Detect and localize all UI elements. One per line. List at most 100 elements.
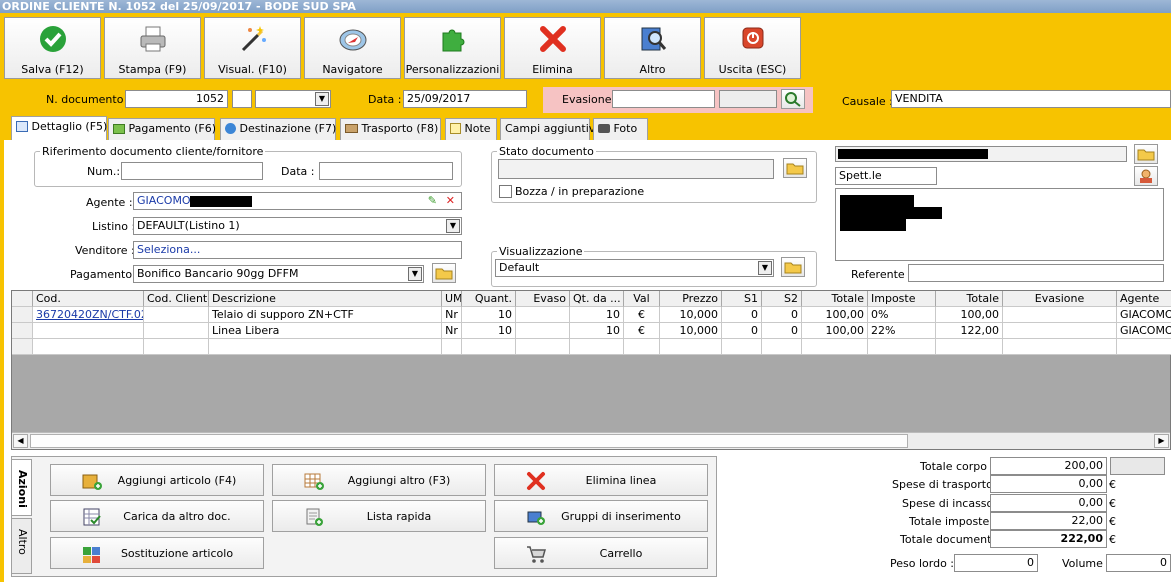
cell[interactable]: 10 [462, 307, 516, 323]
tab-trasporto[interactable]: Trasporto (F8) [340, 118, 441, 140]
cell[interactable]: 100,00 [936, 307, 1003, 323]
tab-azioni[interactable]: Azioni [11, 459, 32, 516]
cell[interactable]: 0 [722, 323, 762, 339]
totale-documento-input[interactable]: 222,00 [990, 530, 1107, 548]
cell[interactable] [1117, 339, 1171, 355]
tab-campi-aggiuntivi[interactable]: Campi aggiuntivi [500, 118, 598, 140]
pagamento-folder-button[interactable] [432, 263, 456, 283]
bozza-checkbox[interactable] [499, 185, 512, 198]
col-header[interactable]: Quant. [462, 291, 516, 307]
add-other-button[interactable]: Aggiungi altro (F3) [272, 464, 486, 496]
rif-num-input[interactable] [121, 162, 263, 180]
cell[interactable]: Telaio di supporo ZN+CTF [209, 307, 442, 323]
col-header[interactable]: Imposte [868, 291, 936, 307]
col-header[interactable]: Totale [936, 291, 1003, 307]
cell[interactable]: 22% [868, 323, 936, 339]
save-button[interactable]: Salva (F12) [4, 17, 101, 79]
cell[interactable] [33, 323, 144, 339]
cell[interactable]: 0 [762, 323, 802, 339]
totale-corpo-input[interactable]: 200,00 [990, 457, 1107, 475]
cell[interactable] [209, 339, 442, 355]
row-selector[interactable] [12, 307, 33, 323]
chevron-down-icon[interactable]: ▼ [408, 267, 422, 281]
cell[interactable]: 0 [722, 307, 762, 323]
cell[interactable] [762, 339, 802, 355]
col-header[interactable]: Qt. da ... [570, 291, 624, 307]
cell-cod-link[interactable]: 36720420ZN/CTF.02 [33, 307, 144, 323]
cliente-folder-button[interactable] [1134, 144, 1158, 164]
cell[interactable] [570, 339, 624, 355]
col-header[interactable]: S1 [722, 291, 762, 307]
cell[interactable] [516, 323, 570, 339]
agente-input[interactable]: GIACOMO ✎ ✕ [133, 192, 462, 210]
cell[interactable]: GIACOMO [1117, 307, 1171, 323]
scroll-right-icon[interactable]: ▶ [1154, 434, 1169, 448]
clear-icon[interactable]: ✕ [446, 193, 455, 209]
horizontal-scrollbar[interactable]: ◀ ▶ [12, 432, 1170, 449]
customize-button[interactable]: Personalizzazioni [404, 17, 501, 79]
cliente-name-input[interactable] [835, 146, 1127, 162]
cell[interactable] [144, 307, 209, 323]
col-header[interactable]: UM [442, 291, 462, 307]
cell[interactable] [516, 307, 570, 323]
load-doc-button[interactable]: Carica da altro doc. [50, 500, 264, 532]
venditore-input[interactable]: Seleziona... [133, 241, 462, 259]
exit-button[interactable]: Uscita (ESC) [704, 17, 801, 79]
visual-select[interactable]: Default ▼ [495, 259, 774, 277]
tab-dettaglio[interactable]: Dettaglio (F5) [11, 116, 107, 140]
causale-input[interactable]: VENDITA [891, 90, 1171, 108]
col-header[interactable]: Val [624, 291, 660, 307]
cell[interactable] [624, 339, 660, 355]
cell[interactable]: 100,00 [802, 323, 868, 339]
table-row[interactable]: 36720420ZN/CTF.02 Telaio di supporo ZN+C… [12, 307, 1171, 323]
data-input[interactable]: 25/09/2017 [403, 90, 527, 108]
volume-input[interactable]: 0 [1106, 554, 1171, 572]
stato-input[interactable] [498, 159, 774, 179]
cell[interactable] [936, 339, 1003, 355]
cell[interactable]: € [624, 307, 660, 323]
cell[interactable]: GIACOMO [1117, 323, 1171, 339]
add-article-button[interactable]: Aggiungi articolo (F4) [50, 464, 264, 496]
cell[interactable] [442, 339, 462, 355]
cell[interactable] [722, 339, 762, 355]
replace-article-button[interactable]: Sostituzione articolo [50, 537, 264, 569]
row-selector[interactable] [12, 339, 33, 355]
quick-list-button[interactable]: Lista rapida [272, 500, 486, 532]
col-header[interactable]: S2 [762, 291, 802, 307]
cell[interactable] [1003, 323, 1117, 339]
scroll-left-icon[interactable]: ◀ [13, 434, 28, 448]
evasione-input[interactable] [612, 90, 715, 108]
ndoc-input[interactable]: 1052 [125, 90, 228, 108]
table-row-empty[interactable] [12, 339, 1171, 355]
cell[interactable]: 10 [462, 323, 516, 339]
col-header[interactable]: Evasione [1003, 291, 1117, 307]
cell[interactable]: Nr [442, 307, 462, 323]
cliente-address-textarea[interactable] [835, 188, 1164, 261]
cell[interactable] [660, 339, 722, 355]
view-button[interactable]: Visual. (F10) [204, 17, 301, 79]
row-selector[interactable] [12, 323, 33, 339]
scrollbar-thumb[interactable] [30, 434, 908, 448]
cell[interactable] [462, 339, 516, 355]
cell[interactable]: 100,00 [802, 307, 868, 323]
visual-folder-button[interactable] [781, 257, 805, 277]
totale-imposte-input[interactable]: 22,00 [990, 512, 1107, 530]
cell[interactable]: 10,000 [660, 307, 722, 323]
cell[interactable]: 0 [762, 307, 802, 323]
ndoc-series-select[interactable]: ▼ [255, 90, 331, 108]
table-row[interactable]: Linea Libera Nr 10 10 € 10,000 0 0 100,0… [12, 323, 1171, 339]
cell[interactable]: Linea Libera [209, 323, 442, 339]
peso-input[interactable]: 0 [954, 554, 1038, 572]
chevron-down-icon[interactable]: ▼ [446, 219, 460, 233]
referente-input[interactable] [908, 264, 1164, 282]
col-header[interactable]: Cod. Cliente [144, 291, 209, 307]
cell[interactable] [516, 339, 570, 355]
cell[interactable] [144, 339, 209, 355]
tab-altro[interactable]: Altro [11, 518, 32, 574]
delete-line-button[interactable]: Elimina linea [494, 464, 708, 496]
col-header[interactable]: Prezzo [660, 291, 722, 307]
cart-button[interactable]: Carrello [494, 537, 708, 569]
cell[interactable] [868, 339, 936, 355]
cell[interactable]: 122,00 [936, 323, 1003, 339]
chevron-down-icon[interactable]: ▼ [758, 261, 772, 275]
